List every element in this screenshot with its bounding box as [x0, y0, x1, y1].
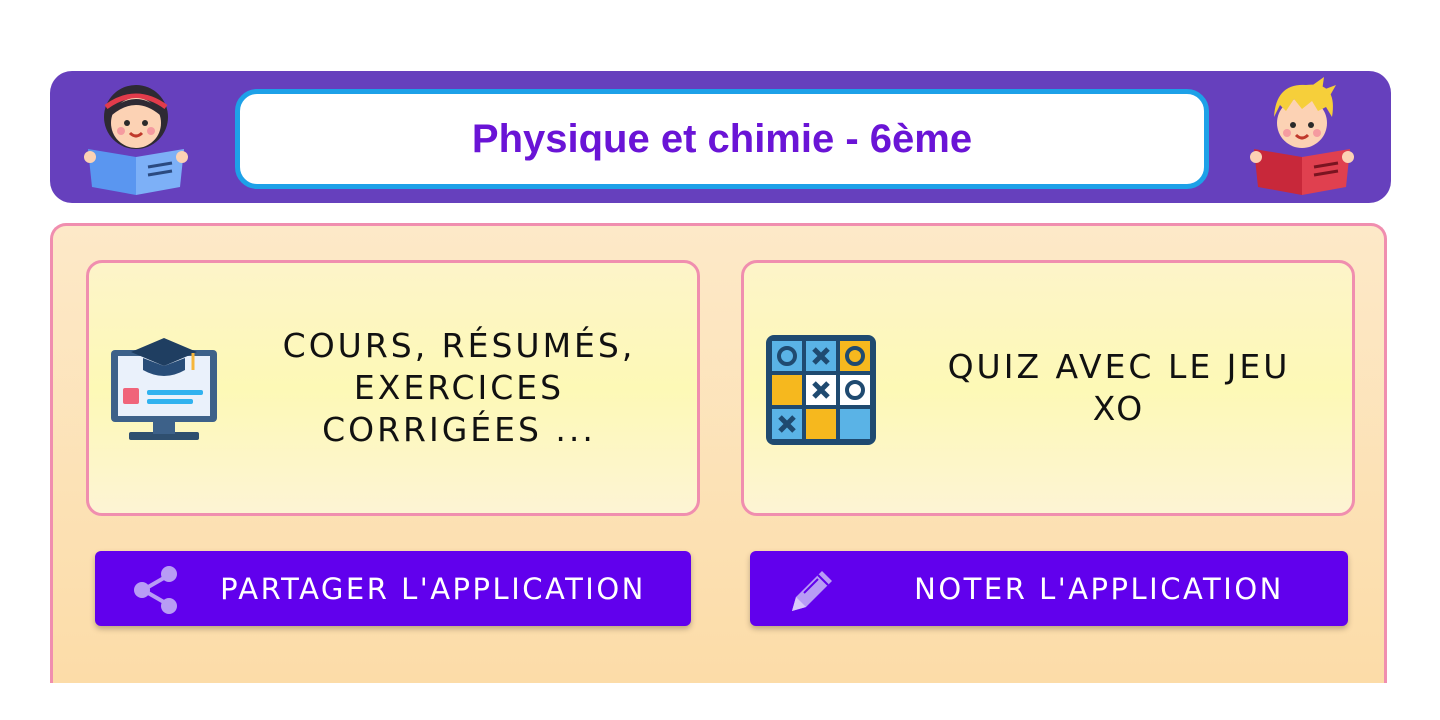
pencil-icon — [792, 571, 832, 611]
quiz-label-line-2: XO — [1092, 389, 1146, 428]
title-box: Physique et chimie - 6ème — [235, 89, 1209, 189]
courses-label-line-2: EXERCICES — [353, 368, 565, 407]
courses-label-line-3: CORRIGÉES ... — [322, 410, 596, 449]
boy-reading-icon — [1250, 77, 1354, 195]
share-app-label: PARTAGER L'APPLICATION — [220, 571, 646, 606]
courses-label: COURS, RÉSUMÉS, EXERCICES CORRIGÉES ... — [229, 263, 689, 513]
quiz-label: QUIZ AVEC LE JEU XO — [894, 263, 1344, 513]
quiz-label-line-1: QUIZ AVEC LE JEU — [947, 347, 1291, 386]
girl-reading-icon — [84, 85, 188, 195]
courses-card[interactable]: COURS, RÉSUMÉS, EXERCICES CORRIGÉES ... — [86, 260, 700, 516]
menu-panel: COURS, RÉSUMÉS, EXERCICES CORRIGÉES ... — [50, 223, 1387, 683]
rate-app-button[interactable]: NOTER L'APPLICATION — [750, 551, 1348, 626]
page-title: Physique et chimie - 6ème — [471, 116, 973, 161]
tic-tac-toe-icon — [766, 335, 876, 445]
quiz-card[interactable]: QUIZ AVEC LE JEU XO — [741, 260, 1355, 516]
share-icon — [134, 566, 177, 614]
courses-label-line-1: COURS, RÉSUMÉS, — [282, 326, 636, 365]
rate-app-label: NOTER L'APPLICATION — [914, 571, 1284, 606]
app-header: Physique et chimie - 6ème — [50, 71, 1391, 203]
share-app-button[interactable]: PARTAGER L'APPLICATION — [95, 551, 691, 626]
graduation-monitor-icon — [111, 338, 217, 440]
